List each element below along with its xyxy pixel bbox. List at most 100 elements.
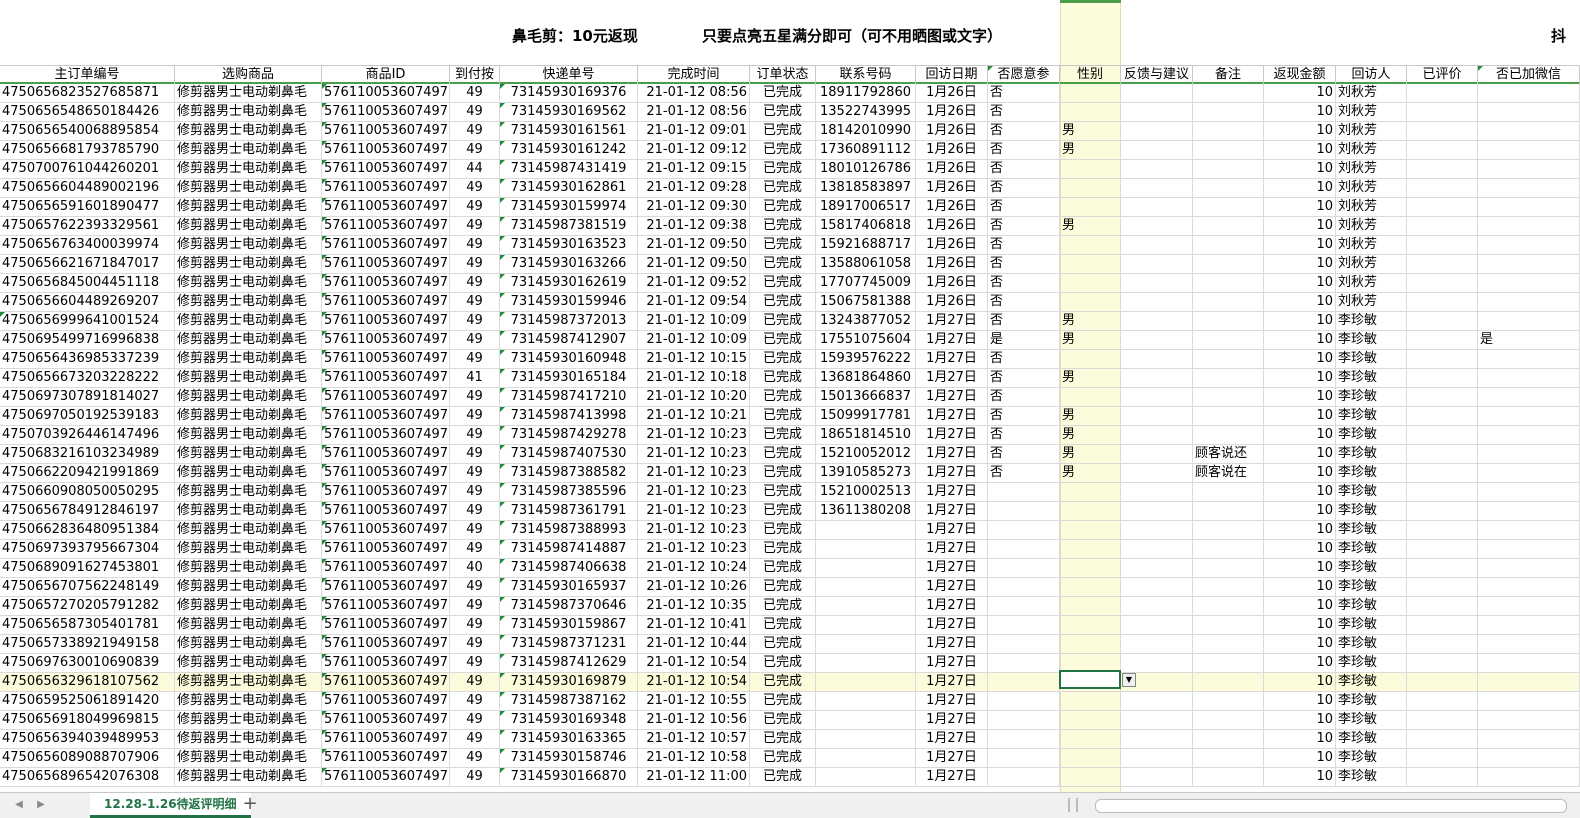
cell-tracking-no[interactable]: 73145987388993: [500, 521, 638, 539]
cell-order-id[interactable]: 4750656784912846197: [0, 502, 175, 520]
cell-wechat[interactable]: [1478, 217, 1580, 235]
cell-willing[interactable]: 否: [988, 103, 1060, 121]
cell-order-status[interactable]: 已完成: [750, 407, 816, 425]
cell-willing[interactable]: [988, 521, 1060, 539]
cell-cod-amount[interactable]: 49: [450, 521, 500, 539]
cell-finish-time[interactable]: 21-01-12 10:44: [638, 635, 750, 653]
cell-cashback[interactable]: 10: [1264, 426, 1336, 444]
cell-willing[interactable]: [988, 502, 1060, 520]
cell-product-id[interactable]: 576110053607497: [322, 749, 450, 767]
cell-product[interactable]: 修剪器男士电动剃鼻毛: [175, 521, 322, 539]
cell-feedback[interactable]: [1121, 179, 1193, 197]
cell-remark[interactable]: [1193, 84, 1264, 102]
cell-feedback[interactable]: [1121, 236, 1193, 254]
cell-order-id[interactable]: 4750697393795667304: [0, 540, 175, 558]
cell-finish-time[interactable]: 21-01-12 09:54: [638, 293, 750, 311]
cell-gender[interactable]: [1060, 578, 1121, 596]
cell-visitor[interactable]: 刘秋芳: [1336, 236, 1407, 254]
cell-remark[interactable]: [1193, 103, 1264, 121]
cell-product[interactable]: 修剪器男士电动剃鼻毛: [175, 369, 322, 387]
cell-feedback[interactable]: [1121, 312, 1193, 330]
cell-finish-time[interactable]: 21-01-12 09:52: [638, 274, 750, 292]
cell-order-status[interactable]: 已完成: [750, 597, 816, 615]
cell-phone[interactable]: 15013666837: [816, 388, 916, 406]
cell-order-status[interactable]: 已完成: [750, 103, 816, 121]
cell-visit-date[interactable]: 1月27日: [916, 749, 988, 767]
cell-gender[interactable]: 男: [1060, 217, 1121, 235]
cell-cashback[interactable]: 10: [1264, 84, 1336, 102]
cell-feedback[interactable]: [1121, 350, 1193, 368]
cell-reviewed[interactable]: [1407, 711, 1478, 729]
cell-cashback[interactable]: 10: [1264, 274, 1336, 292]
cell-tracking-no[interactable]: 73145987406638: [500, 559, 638, 577]
cell-wechat[interactable]: [1478, 179, 1580, 197]
cell-willing[interactable]: 否: [988, 217, 1060, 235]
cell-product-id[interactable]: 576110053607497: [322, 217, 450, 235]
cell-gender[interactable]: 男: [1060, 464, 1121, 482]
cell-product[interactable]: 修剪器男士电动剃鼻毛: [175, 464, 322, 482]
cell-visitor[interactable]: 李珍敏: [1336, 616, 1407, 634]
cell-feedback[interactable]: [1121, 84, 1193, 102]
cell-order-status[interactable]: 已完成: [750, 711, 816, 729]
cell-remark[interactable]: [1193, 369, 1264, 387]
cell-phone[interactable]: 18651814510: [816, 426, 916, 444]
cell-order-status[interactable]: 已完成: [750, 179, 816, 197]
cell-cashback[interactable]: 10: [1264, 654, 1336, 672]
cell-cod-amount[interactable]: 49: [450, 407, 500, 425]
cell-product-id[interactable]: 576110053607497: [322, 502, 450, 520]
cell-cod-amount[interactable]: 49: [450, 654, 500, 672]
cell-order-status[interactable]: 已完成: [750, 654, 816, 672]
cell-order-id[interactable]: 4750662836480951384: [0, 521, 175, 539]
cell-order-status[interactable]: 已完成: [750, 635, 816, 653]
cell-wechat[interactable]: [1478, 768, 1580, 786]
cell-tracking-no[interactable]: 73145987414887: [500, 540, 638, 558]
cell-remark[interactable]: [1193, 274, 1264, 292]
cell-finish-time[interactable]: 21-01-12 10:24: [638, 559, 750, 577]
cell-gender[interactable]: [1060, 502, 1121, 520]
cell-cashback[interactable]: 10: [1264, 502, 1336, 520]
cell-willing[interactable]: [988, 578, 1060, 596]
cell-feedback[interactable]: [1121, 711, 1193, 729]
cell-feedback[interactable]: [1121, 559, 1193, 577]
cell-remark[interactable]: [1193, 768, 1264, 786]
cell-tracking-no[interactable]: 73145987387162: [500, 692, 638, 710]
cell-visitor[interactable]: 刘秋芳: [1336, 293, 1407, 311]
col-header-feedback[interactable]: 反馈与建议: [1121, 66, 1193, 84]
cell-cod-amount[interactable]: 49: [450, 141, 500, 159]
cell-order-id[interactable]: 4750695499716996838: [0, 331, 175, 349]
cell-tracking-no[interactable]: 73145987388582: [500, 464, 638, 482]
cell-feedback[interactable]: [1121, 293, 1193, 311]
cell-phone[interactable]: 17707745009: [816, 274, 916, 292]
cell-visitor[interactable]: 刘秋芳: [1336, 160, 1407, 178]
cell-remark[interactable]: [1193, 521, 1264, 539]
cell-phone[interactable]: 15921688717: [816, 236, 916, 254]
cell-gender[interactable]: [1060, 616, 1121, 634]
cell-cashback[interactable]: 10: [1264, 730, 1336, 748]
cell-tracking-no[interactable]: 73145930160948: [500, 350, 638, 368]
cell-gender[interactable]: 男: [1060, 445, 1121, 463]
cell-cashback[interactable]: 10: [1264, 521, 1336, 539]
cell-willing[interactable]: 否: [988, 464, 1060, 482]
cell-willing[interactable]: 否: [988, 293, 1060, 311]
cell-willing[interactable]: 否: [988, 274, 1060, 292]
cell-gender[interactable]: 男: [1060, 141, 1121, 159]
cell-visitor[interactable]: 李珍敏: [1336, 559, 1407, 577]
cell-order-status[interactable]: 已完成: [750, 84, 816, 102]
cell-wechat[interactable]: [1478, 274, 1580, 292]
cell-finish-time[interactable]: 21-01-12 10:57: [638, 730, 750, 748]
cell-willing[interactable]: [988, 616, 1060, 634]
cell-gender[interactable]: 男: [1060, 369, 1121, 387]
cell-cashback[interactable]: 10: [1264, 103, 1336, 121]
cell-cashback[interactable]: 10: [1264, 388, 1336, 406]
cell-cashback[interactable]: 10: [1264, 616, 1336, 634]
cell-gender[interactable]: [1060, 635, 1121, 653]
cell-willing[interactable]: 否: [988, 198, 1060, 216]
cell-reviewed[interactable]: [1407, 502, 1478, 520]
cell-wechat[interactable]: [1478, 635, 1580, 653]
cell-order-status[interactable]: 已完成: [750, 768, 816, 786]
cell-phone[interactable]: 13818583897: [816, 179, 916, 197]
cell-order-status[interactable]: 已完成: [750, 293, 816, 311]
cell-cashback[interactable]: 10: [1264, 255, 1336, 273]
cell-reviewed[interactable]: [1407, 407, 1478, 425]
cell-tracking-no[interactable]: 73145930163365: [500, 730, 638, 748]
